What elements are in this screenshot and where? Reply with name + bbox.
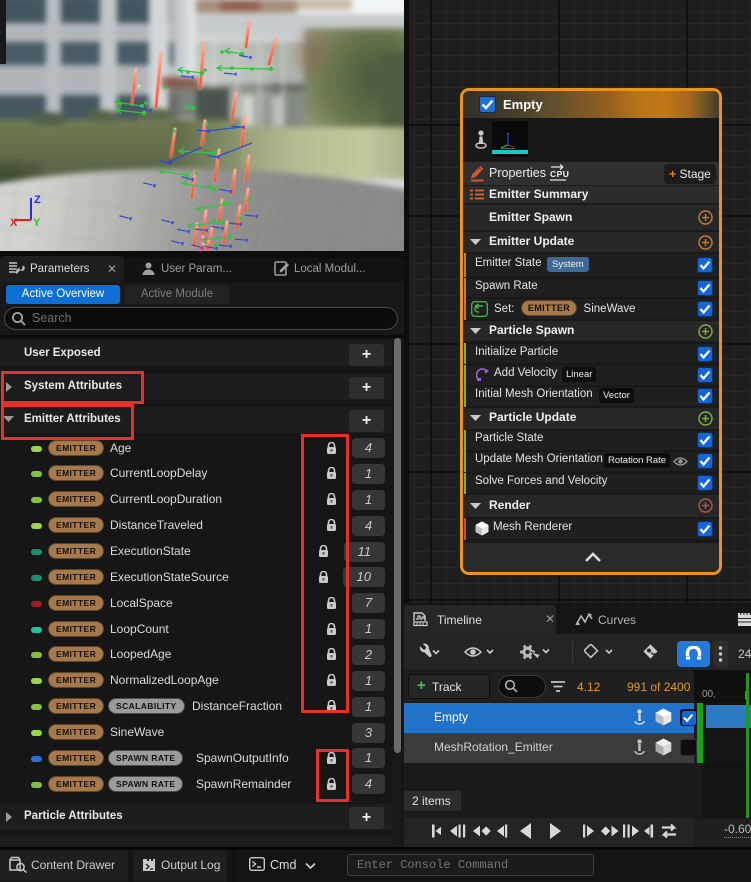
- svg-text:X: X: [10, 217, 18, 229]
- svg-text:CPU: CPU: [550, 169, 569, 179]
- svg-text:Y: Y: [33, 217, 41, 229]
- svg-text:Z: Z: [34, 194, 41, 206]
